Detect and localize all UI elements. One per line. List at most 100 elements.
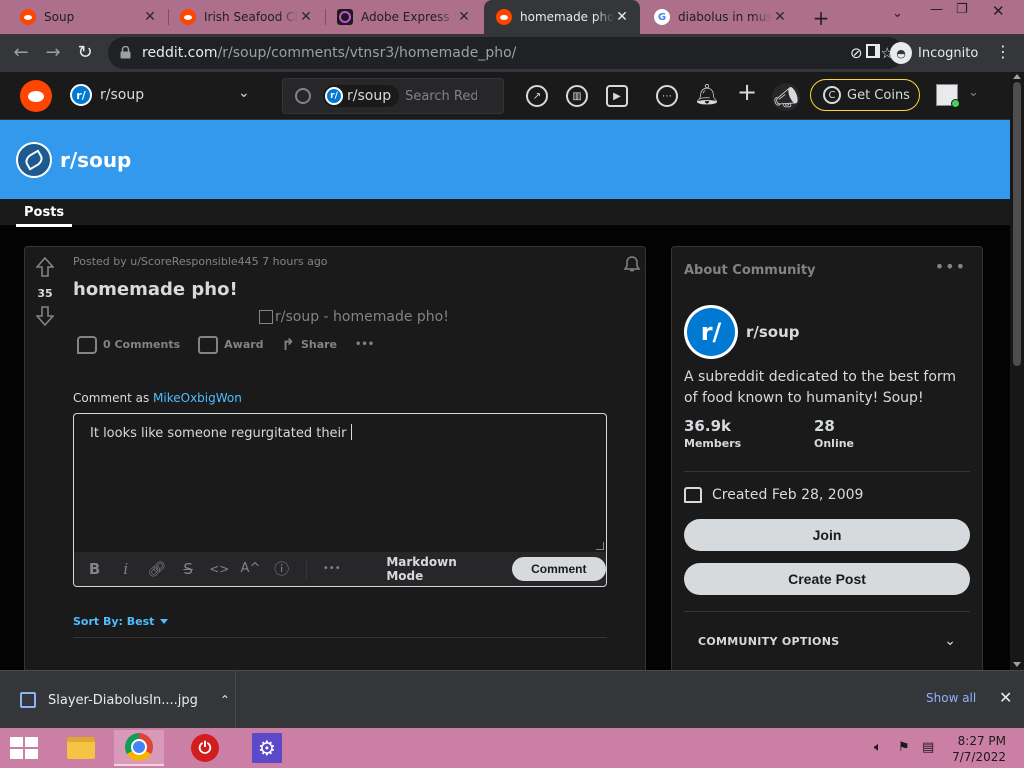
- markdown-mode-button[interactable]: Markdown Mode: [386, 555, 493, 583]
- reddit-logo-icon[interactable]: [20, 80, 52, 112]
- downvote-icon[interactable]: [35, 306, 55, 327]
- minimize-icon[interactable]: —: [930, 2, 943, 17]
- user-menu-chevron-icon[interactable]: ⌄: [968, 85, 979, 100]
- search-placeholder: Search Reddit: [405, 88, 478, 104]
- network-icon[interactable]: ▤: [922, 740, 934, 755]
- community-switcher-label: r/soup: [100, 87, 145, 103]
- community-switcher[interactable]: r/ r/soup: [70, 84, 144, 106]
- popular-arrow-icon[interactable]: ↗: [526, 85, 548, 107]
- browser-tab-irish-seafood[interactable]: Irish Seafood Chowder ✕: [168, 0, 324, 34]
- adobe-express-icon: [337, 9, 353, 25]
- chat-icon[interactable]: ⋯: [656, 85, 678, 107]
- close-tab-icon[interactable]: ✕: [456, 9, 472, 25]
- award-button[interactable]: Award: [198, 335, 264, 354]
- download-file-name: Slayer-DiabolusIn....jpg: [48, 692, 198, 708]
- incognito-label: Incognito: [918, 45, 979, 61]
- community-options-toggle[interactable]: COMMUNITY OPTIONS: [698, 635, 839, 648]
- download-item[interactable]: Slayer-DiabolusIn....jpg ⌃: [0, 671, 236, 729]
- inline-code-icon[interactable]: <>: [209, 558, 230, 580]
- address-bar[interactable]: reddit.com/r/soup/comments/vtnsr3/homema…: [108, 37, 904, 69]
- resize-handle[interactable]: [596, 542, 604, 550]
- sort-by-dropdown[interactable]: Sort By: Best: [73, 615, 169, 628]
- scrollbar-thumb[interactable]: [1013, 82, 1021, 366]
- incognito-icon: ◓: [890, 42, 912, 64]
- browser-tab-homemade-pho[interactable]: homemade pho! : soup ✕: [484, 0, 640, 34]
- close-tab-icon[interactable]: ✕: [142, 9, 158, 25]
- browser-tab-soup[interactable]: Soup ✕: [8, 0, 168, 34]
- power-app-taskbar-button[interactable]: ⏻: [180, 730, 230, 766]
- chevron-up-icon[interactable]: ⌃: [220, 693, 230, 707]
- video-icon[interactable]: ▶: [606, 85, 628, 107]
- divider: [73, 637, 607, 638]
- search-scope-chip[interactable]: r/ r/soup: [323, 85, 400, 107]
- link-icon[interactable]: 🔗︎: [146, 558, 167, 580]
- tab-posts[interactable]: Posts: [16, 205, 73, 227]
- create-post-plus-icon[interactable]: +: [736, 78, 758, 106]
- join-button[interactable]: Join: [684, 519, 970, 551]
- more-formatting-icon[interactable]: •••: [321, 558, 342, 580]
- windows-start-icon[interactable]: [10, 737, 38, 759]
- browser-tab-adobe-express[interactable]: Adobe Express (free) ✕: [325, 0, 482, 34]
- user-avatar[interactable]: [936, 84, 960, 108]
- get-coins-button[interactable]: C Get Coins: [810, 79, 920, 111]
- gear-icon: ⚙: [252, 733, 282, 763]
- side-panel-icon[interactable]: [866, 44, 880, 58]
- flag-alert-icon[interactable]: ⚑: [898, 740, 910, 755]
- post-image[interactable]: r/soup - homemade pho!: [259, 309, 449, 325]
- italic-icon[interactable]: i: [115, 558, 136, 580]
- comment-submit-button[interactable]: Comment: [511, 557, 606, 581]
- more-options-icon: •••: [355, 339, 375, 350]
- search-input[interactable]: r/ r/soup Search Reddit: [282, 78, 504, 114]
- new-tab-icon[interactable]: +: [810, 6, 832, 30]
- chart-icon[interactable]: ▥: [566, 85, 588, 107]
- close-download-shelf-icon[interactable]: ✕: [999, 688, 1012, 707]
- reload-icon[interactable]: ↻: [72, 40, 98, 66]
- share-button[interactable]: ↱ Share: [282, 335, 337, 354]
- post-title[interactable]: homemade pho!: [73, 279, 238, 300]
- system-clock[interactable]: 8:27 PM 7/7/2022: [950, 733, 1006, 765]
- browser-tab-diabolus[interactable]: diabolus in musica ✕: [642, 0, 798, 34]
- google-icon: [654, 9, 670, 25]
- scroll-down-arrow-icon[interactable]: [1013, 662, 1021, 667]
- comments-button[interactable]: 0 Comments: [77, 335, 180, 354]
- tracking-blocked-eye-icon[interactable]: ⊘: [850, 44, 863, 62]
- volume-muted-icon[interactable]: 🔈︎: [874, 740, 882, 755]
- close-tab-icon[interactable]: ✕: [772, 9, 788, 25]
- close-window-icon[interactable]: ✕: [992, 2, 1005, 20]
- bold-icon[interactable]: B: [84, 558, 105, 580]
- settings-taskbar-button[interactable]: ⚙: [242, 730, 292, 766]
- file-explorer-taskbar-button[interactable]: [56, 730, 106, 766]
- notifications-bell-icon[interactable]: 🔔︎: [694, 82, 719, 106]
- chrome-taskbar-button[interactable]: [114, 730, 164, 766]
- advertise-megaphone-icon[interactable]: 📣︎: [772, 83, 800, 111]
- spoiler-icon[interactable]: ⓘ: [271, 558, 292, 580]
- members-count: 36.9k: [684, 417, 731, 435]
- community-more-options-icon[interactable]: •••: [935, 257, 966, 276]
- close-tab-icon[interactable]: ✕: [614, 9, 630, 25]
- username-link[interactable]: MikeOxbigWon: [153, 391, 242, 405]
- more-options-button[interactable]: •••: [355, 339, 374, 350]
- comment-textarea[interactable]: It looks like someone regurgitated their: [90, 424, 352, 441]
- about-community-card: About Community ••• r/ r/soup A subreddi…: [671, 246, 983, 676]
- subreddit-leaf-icon: [16, 142, 52, 178]
- upvote-icon[interactable]: [35, 256, 55, 277]
- page-scrollbar[interactable]: [1010, 72, 1024, 670]
- chevron-down-icon[interactable]: ⌄: [944, 633, 956, 649]
- comment-editor[interactable]: It looks like someone regurgitated their…: [73, 413, 607, 587]
- incognito-profile-button[interactable]: ◓ Incognito: [890, 40, 978, 66]
- chrome-menu-icon[interactable]: ⋮: [995, 42, 1011, 61]
- create-post-button[interactable]: Create Post: [684, 563, 970, 595]
- forward-icon[interactable]: →: [40, 40, 66, 66]
- follow-post-bell-icon[interactable]: [623, 255, 641, 273]
- chevron-down-icon[interactable]: ⌄: [238, 85, 250, 101]
- superscript-icon[interactable]: A^: [240, 558, 261, 580]
- back-icon[interactable]: ←: [8, 40, 34, 66]
- restore-icon[interactable]: ❐: [956, 2, 968, 17]
- strikethrough-icon[interactable]: S: [178, 558, 199, 580]
- show-all-downloads-link[interactable]: Show all: [926, 691, 976, 705]
- tab-search-icon[interactable]: ⌄: [892, 6, 903, 21]
- banner-subreddit-name: r/soup: [60, 148, 132, 172]
- close-tab-icon[interactable]: ✕: [298, 9, 314, 25]
- scroll-up-arrow-icon[interactable]: [1013, 74, 1021, 79]
- community-name[interactable]: r/soup: [746, 323, 800, 341]
